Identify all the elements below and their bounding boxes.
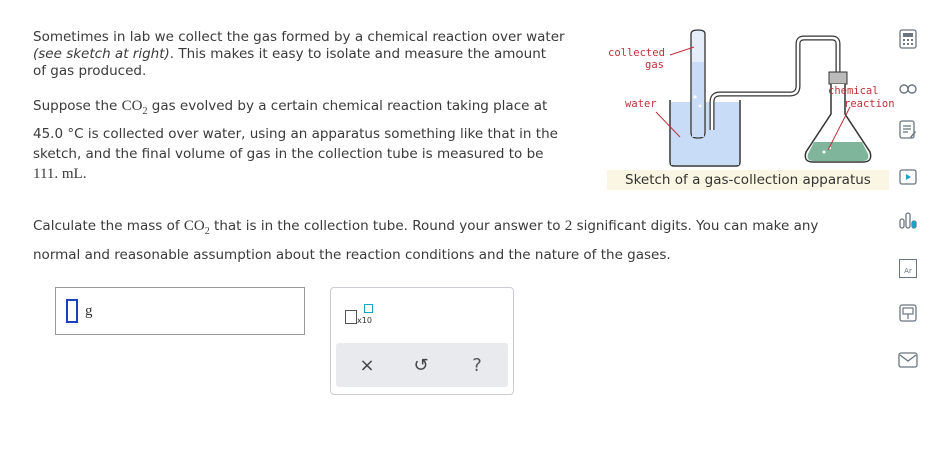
- intro-paragraph: Sometimes in lab we collect the gas form…: [33, 29, 593, 80]
- sketch-caption: Sketch of a gas-collection apparatus: [607, 170, 889, 190]
- intro-line-3: of gas produced.: [33, 63, 147, 79]
- bubble: [698, 104, 702, 108]
- label-reaction: reaction: [844, 98, 895, 110]
- question-mid: that is in the collection tube. Round yo…: [214, 218, 561, 234]
- calculator-icon[interactable]: [898, 29, 918, 49]
- question-prefix: Calculate the mass of: [33, 218, 180, 234]
- intro-line-2-rest: . This makes it easy to isolate and meas…: [169, 46, 547, 62]
- label-gas: gas: [645, 59, 664, 71]
- co2-sub: 2: [204, 226, 210, 237]
- problem-paragraph: Suppose the CO2 gas evolved by a certain…: [33, 96, 598, 184]
- label-collected: collected: [608, 47, 665, 59]
- problem-suffix: gas evolved by a certain chemical reacti…: [151, 98, 548, 114]
- data-icon[interactable]: [898, 210, 918, 230]
- video-icon[interactable]: [898, 167, 918, 187]
- problem-prefix: Suppose the: [33, 98, 118, 114]
- periodic-table-label: Ar: [899, 258, 917, 278]
- answer-input[interactable]: g: [55, 287, 305, 335]
- problem-line-3: sketch, and the final volume of gas in t…: [33, 146, 544, 162]
- keypad-action-bar: × ↺ ?: [336, 343, 508, 387]
- gas-collection-sketch: [655, 29, 872, 167]
- mantissa-box-icon: [345, 310, 357, 324]
- label-water: water: [625, 98, 657, 110]
- co2-formula: CO2: [183, 218, 210, 237]
- co2-base: CO: [183, 218, 205, 234]
- reaction-liquid: [807, 142, 869, 161]
- link-icon[interactable]: [898, 79, 918, 99]
- label-chemical: chemical: [828, 85, 879, 97]
- problem-line-1: Suppose the CO2 gas evolved by a certain…: [33, 96, 598, 124]
- help-button[interactable]: ?: [464, 355, 490, 376]
- problem-line-2-rest: is collected over water, using an appara…: [87, 126, 558, 142]
- textbook-icon[interactable]: [898, 303, 918, 323]
- intro-line-2: (see sketch at right). This makes it eas…: [33, 46, 593, 63]
- bubble: [693, 95, 697, 99]
- co2-formula: CO2: [121, 98, 148, 117]
- notes-icon[interactable]: [898, 120, 918, 140]
- answer-unit: g: [85, 303, 93, 319]
- answer-cursor-box[interactable]: [66, 299, 78, 323]
- x10-label: x10: [357, 316, 372, 325]
- question-line-2: normal and reasonable assumption about t…: [33, 247, 671, 263]
- problem-line-2: 45.0 °C is collected over water, using a…: [33, 124, 598, 144]
- clear-button[interactable]: ×: [354, 355, 380, 376]
- math-keypad: x10 × ↺ ?: [330, 287, 514, 395]
- bubble: [822, 150, 826, 154]
- question-suffix: significant digits. You can make any: [576, 218, 819, 234]
- question-line-1: Calculate the mass of CO2 that is in the…: [33, 218, 873, 240]
- volume-value: 111. mL.: [33, 166, 87, 182]
- undo-button[interactable]: ↺: [408, 355, 434, 376]
- intro-line-1: Sometimes in lab we collect the gas form…: [33, 29, 565, 45]
- sig-digits: 2: [564, 218, 573, 234]
- co2-sub: 2: [142, 106, 148, 117]
- exponent-box-icon: [364, 304, 373, 313]
- times-ten-button[interactable]: x10: [345, 304, 379, 328]
- periodic-table-icon[interactable]: Ar: [898, 258, 918, 278]
- message-icon[interactable]: [898, 350, 918, 370]
- stopper: [828, 71, 848, 85]
- intro-italic: (see sketch at right): [33, 46, 170, 62]
- temperature-value: 45.0 °C: [33, 126, 84, 142]
- tube-water: [692, 62, 704, 137]
- co2-base: CO: [121, 98, 143, 114]
